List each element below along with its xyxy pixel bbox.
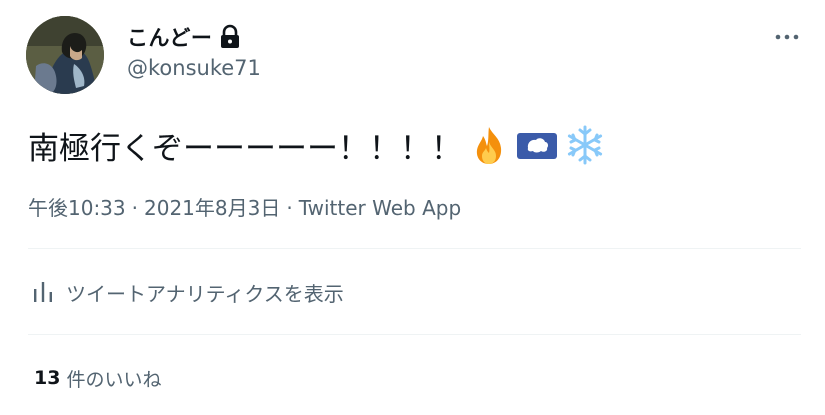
tweet-meta: 午後10:33 · 2021年8月3日 · Twitter Web App (28, 192, 461, 221)
display-name[interactable]: こんどー (127, 22, 212, 52)
emoji-group (468, 124, 606, 166)
likes-label: 件のいいね (66, 368, 162, 391)
snowflake-emoji (567, 125, 603, 165)
avatar[interactable] (26, 16, 104, 94)
fire-emoji (476, 127, 502, 164)
user-handle[interactable]: @konsuke71 (127, 56, 261, 80)
analytics-label: ツイートアナリティクスを表示 (66, 281, 344, 306)
tweet-text-row: 南極行くぞーーーーー！！！！ (28, 120, 606, 170)
tweet-date[interactable]: 2021年8月3日 (144, 196, 280, 220)
lock-icon (218, 24, 242, 50)
more-options-button[interactable] (770, 22, 804, 52)
divider-top (28, 248, 801, 249)
more-dots-icon (775, 34, 799, 40)
divider-bottom (28, 334, 801, 335)
tweet-source[interactable]: Twitter Web App (299, 196, 461, 220)
view-analytics-link[interactable]: ツイートアナリティクスを表示 (28, 276, 344, 308)
meta-separator-2: · (286, 196, 293, 220)
tweet-text: 南極行くぞーーーーー！！！！ (28, 130, 462, 167)
display-name-row: こんどー (127, 20, 242, 54)
meta-separator: · (131, 196, 138, 220)
likes-link[interactable]: 13 件のいいね (34, 362, 161, 394)
tweet-card: こんどー @konsuke71 南極行くぞーーーーー！！！！ 午後10:33 ·… (0, 0, 825, 415)
tweet-time[interactable]: 午後10:33 (28, 196, 126, 220)
antarctica-flag-emoji (517, 133, 557, 159)
bar-chart-icon (34, 282, 52, 302)
likes-count: 13 (34, 367, 61, 389)
